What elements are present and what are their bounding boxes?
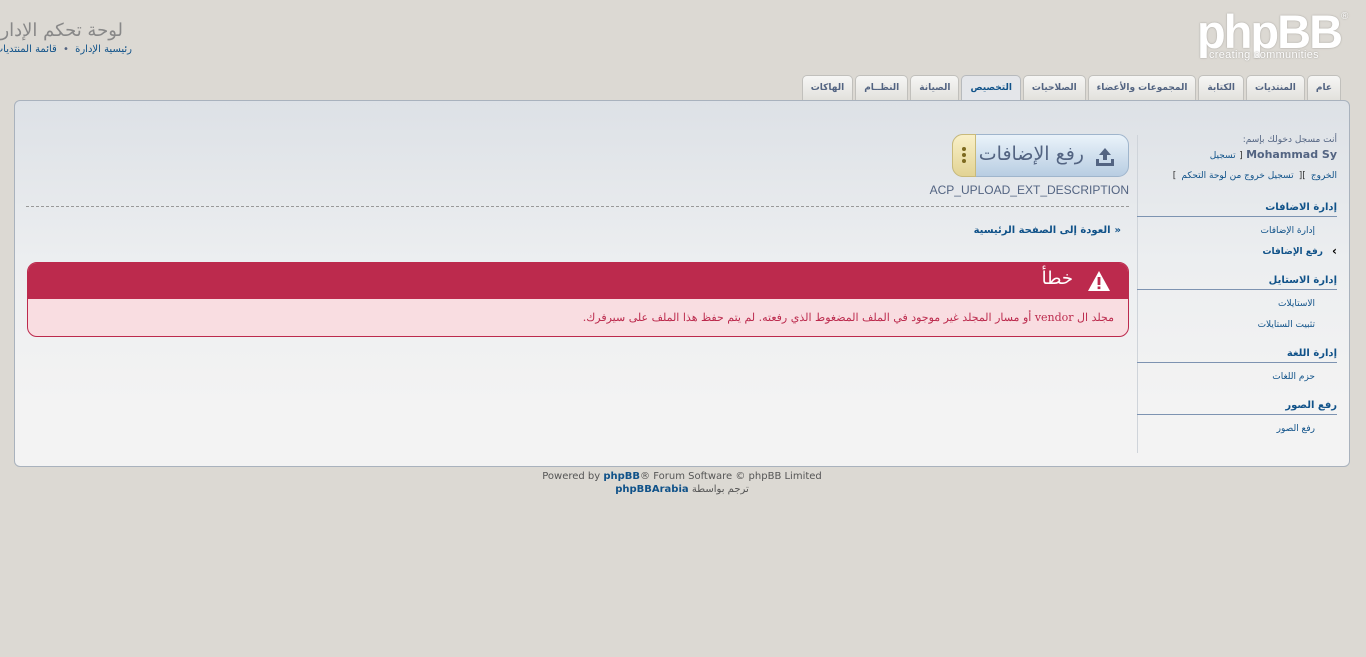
warning-icon xyxy=(1089,271,1111,291)
logo-reg-mark: ® xyxy=(1342,11,1350,22)
back-to-main-link[interactable]: «العودة إلى الصفحة الرئيسية xyxy=(975,225,1122,236)
page-description: ACP_UPLOAD_EXT_DESCRIPTION xyxy=(930,183,1130,197)
menu-section-title: رفع الصور xyxy=(1138,400,1338,415)
upload-icon xyxy=(1097,148,1115,166)
content-panel: أنت مسجل دخولك بإسم: Mohammad Sy [ تسجيل… xyxy=(15,100,1351,467)
divider xyxy=(27,206,1130,207)
login-user-line: Mohammad Sy [ تسجيل xyxy=(1210,148,1338,161)
logout-links: الخروج ][ تسجيل خروج من لوحة التحكم ] xyxy=(1173,171,1338,181)
sidebar-item-language-packs[interactable]: حزم اللغات xyxy=(1139,372,1338,384)
dots-icon xyxy=(963,147,967,165)
tab-system[interactable]: النظــام xyxy=(856,75,910,100)
breadcrumb-forum-index[interactable]: قائمة المنتديات xyxy=(0,44,58,55)
sidebar-item-styles[interactable]: الاستايلات xyxy=(1139,299,1338,311)
acp-logout-link[interactable]: تسجيل خروج من لوحة التحكم xyxy=(1182,171,1294,181)
breadcrumb-separator: • xyxy=(64,44,70,55)
phpbb-logo[interactable]: phpBB ® creating communities xyxy=(1198,8,1349,61)
username[interactable]: Mohammad Sy xyxy=(1247,148,1338,161)
tab-forums[interactable]: المنتديات xyxy=(1247,75,1306,100)
sidebar-menu: أنت مسجل دخولك بإسم: Mohammad Sy [ تسجيل… xyxy=(1138,135,1338,453)
tab-permissions[interactable]: الصلاحيات xyxy=(1023,75,1087,100)
phpbb-link[interactable]: phpBB xyxy=(604,471,641,482)
translator-link[interactable]: phpBBArabia xyxy=(616,484,689,495)
page-title-box: رفع الإضافات xyxy=(953,134,1130,177)
menu-section-title: إدارة اللغة xyxy=(1138,348,1338,363)
error-header: خطأ xyxy=(29,263,1129,299)
tab-users-groups[interactable]: المجموعات والأعضاء xyxy=(1088,75,1198,100)
tab-mods[interactable]: الهاكات xyxy=(802,75,855,100)
tab-general[interactable]: عام xyxy=(1307,75,1342,100)
register-link[interactable]: تسجيل xyxy=(1211,151,1237,161)
footer: Powered by phpBB® Forum Software © phpBB… xyxy=(0,471,1366,497)
tab-posting[interactable]: الكتابة xyxy=(1199,75,1246,100)
sidebar-item-manage-extensions[interactable]: إدارة الإضافات xyxy=(1139,226,1338,238)
header: phpBB ® creating communities لوحة تحكم ا… xyxy=(0,0,1366,75)
error-title: خطأ xyxy=(1042,268,1074,289)
sidebar-item-upload-images[interactable]: رفع الصور xyxy=(1139,424,1338,436)
powered-by: Powered by phpBB® Forum Software © phpBB… xyxy=(543,471,823,482)
menu-section-extensions: إدارة الاضافات إدارة الإضافات رفع الإضاف… xyxy=(1138,202,1338,259)
double-chevron-icon: « xyxy=(1115,225,1122,236)
error-box: خطأ مجلد ال vendor أو مسار المجلد غير مو… xyxy=(28,262,1130,337)
menu-section-image-upload: رفع الصور رفع الصور xyxy=(1138,400,1338,436)
menu-section-styles: إدارة الاستايل الاستايلات تثبيت الستايلا… xyxy=(1138,275,1338,332)
menu-section-title: إدارة الاضافات xyxy=(1138,202,1338,217)
sidebar-item-install-styles[interactable]: تثبيت الستايلات xyxy=(1139,320,1338,332)
sidebar-item-upload-extensions[interactable]: رفع الإضافات xyxy=(1139,244,1338,259)
logo-tagline: creating communities xyxy=(1210,49,1320,61)
error-message: مجلد ال vendor أو مسار المجلد غير موجود … xyxy=(583,311,1115,324)
login-note: أنت مسجل دخولك بإسم: xyxy=(1243,135,1338,145)
site-title: لوحة تحكم الإدارة xyxy=(0,20,124,41)
back-link-label: العودة إلى الصفحة الرئيسية xyxy=(974,225,1112,236)
tab-customise[interactable]: التخصيص xyxy=(962,75,1022,101)
main-content: رفع الإضافات ACP_UPLOAD_EXT_DESCRIPTION … xyxy=(27,134,1130,374)
tab-maintenance[interactable]: الصيانة xyxy=(911,75,961,100)
breadcrumb: رئيسية الإدارة • قائمة المنتديات xyxy=(0,44,133,55)
logout-link[interactable]: الخروج xyxy=(1312,171,1338,181)
page-title: رفع الإضافات xyxy=(979,143,1085,165)
menu-section-title: إدارة الاستايل xyxy=(1138,275,1338,290)
translation-credit: ترجم بواسطة phpBBArabia xyxy=(616,484,750,495)
menu-section-language: إدارة اللغة حزم اللغات xyxy=(1138,348,1338,384)
breadcrumb-acp-home[interactable]: رئيسية الإدارة xyxy=(76,44,133,55)
tab-bar: عام المنتديات الكتابة المجموعات والأعضاء… xyxy=(802,75,1342,101)
title-handle xyxy=(953,134,977,177)
